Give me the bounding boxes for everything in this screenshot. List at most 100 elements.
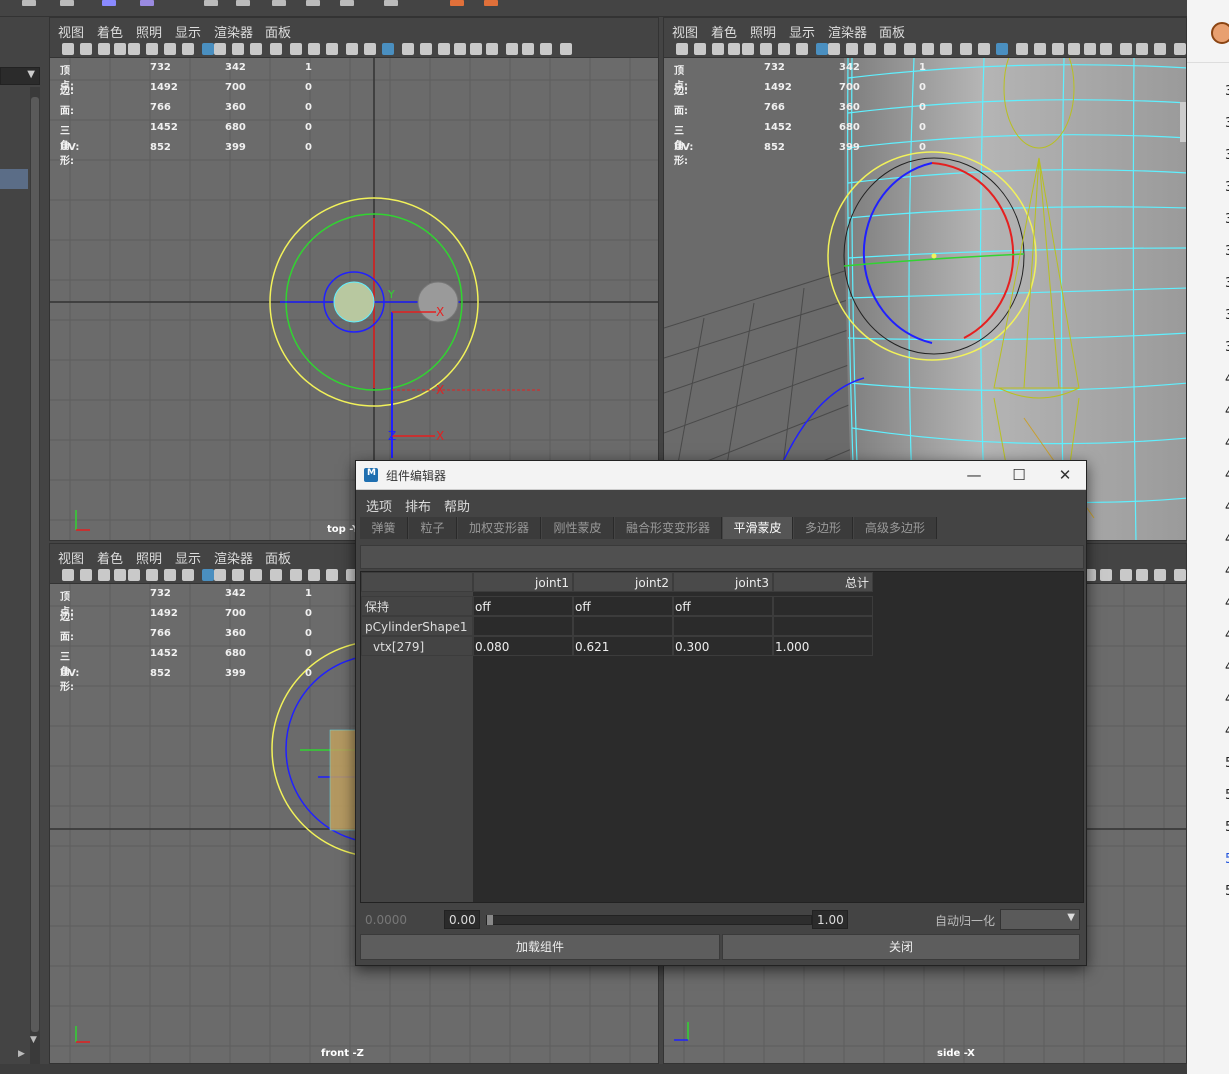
tab-advanced-polygons[interactable]: 高级多边形 <box>854 517 937 539</box>
menu-view[interactable]: 视图 <box>58 22 84 41</box>
table-cell[interactable]: off <box>473 596 573 616</box>
toolbar-tool-icon[interactable] <box>308 43 320 55</box>
table-cell[interactable]: 0.300 <box>673 636 773 656</box>
selected-list-item[interactable] <box>0 169 28 189</box>
toolbar-tool-icon[interactable] <box>1120 43 1132 55</box>
toolbar-tool-icon[interactable] <box>1100 43 1112 55</box>
tab-polygons[interactable]: 多边形 <box>794 517 853 539</box>
toolbar-tool-icon[interactable] <box>816 43 828 55</box>
menu-show[interactable]: 显示 <box>175 22 201 41</box>
toolbar-tool-icon[interactable] <box>128 43 140 55</box>
toolbar-tool-icon[interactable] <box>1174 569 1186 581</box>
toolbar-tool-icon[interactable] <box>438 43 450 55</box>
tool-icon[interactable] <box>384 0 398 6</box>
toolbar-tool-icon[interactable] <box>402 43 414 55</box>
tool-icon[interactable] <box>204 0 218 6</box>
toolbar-tool-icon[interactable] <box>214 43 226 55</box>
menu-panels[interactable]: 面板 <box>879 22 905 41</box>
toolbar-tool-icon[interactable] <box>1136 569 1148 581</box>
toolbar-tool-icon[interactable] <box>80 569 92 581</box>
menu-panels[interactable]: 面板 <box>265 22 291 41</box>
toolbar-tool-icon[interactable] <box>164 43 176 55</box>
toolbar-tool-icon[interactable] <box>940 43 952 55</box>
tab-particles[interactable]: 粒子 <box>409 517 457 539</box>
toolbar-tool-icon[interactable] <box>128 569 140 581</box>
close-button[interactable]: 关闭 <box>722 934 1080 960</box>
toolbar-tool-icon[interactable] <box>232 569 244 581</box>
table-cell[interactable]: 0.080 <box>473 636 573 656</box>
toolbar-tool-icon[interactable] <box>214 569 226 581</box>
menu-lighting[interactable]: 照明 <box>136 548 162 567</box>
toolbar-tool-icon[interactable] <box>470 43 482 55</box>
menu-help[interactable]: 帮助 <box>444 496 470 515</box>
toolbar-tool-icon[interactable] <box>1154 43 1166 55</box>
menu-layout[interactable]: 排布 <box>405 496 431 515</box>
menu-shading[interactable]: 着色 <box>97 22 123 41</box>
toolbar-tool-icon[interactable] <box>742 43 754 55</box>
menu-show[interactable]: 显示 <box>789 22 815 41</box>
maximize-button[interactable]: ☐ <box>999 464 1039 486</box>
toolbar-tool-icon[interactable] <box>1120 569 1132 581</box>
toolbar-tool-icon[interactable] <box>1052 43 1064 55</box>
toolbar-tool-icon[interactable] <box>884 43 896 55</box>
minimize-button[interactable]: — <box>954 464 994 486</box>
toolbar-tool-icon[interactable] <box>98 43 110 55</box>
toolbar-tool-icon[interactable] <box>1034 43 1046 55</box>
toolbar-tool-icon[interactable] <box>1084 43 1096 55</box>
toolbar-tool-icon[interactable] <box>960 43 972 55</box>
left-dropdown[interactable]: ▼ <box>0 67 40 85</box>
toolbar-tool-icon[interactable] <box>346 43 358 55</box>
toolbar-tool-icon[interactable] <box>146 569 158 581</box>
toolbar-tool-icon[interactable] <box>828 43 840 55</box>
menu-view[interactable]: 视图 <box>672 22 698 41</box>
toolbar-tool-icon[interactable] <box>270 43 282 55</box>
menu-renderer[interactable]: 渲染器 <box>214 548 253 567</box>
toolbar-tool-icon[interactable] <box>290 569 302 581</box>
menu-lighting[interactable]: 照明 <box>750 22 776 41</box>
toolbar-tool-icon[interactable] <box>676 43 688 55</box>
toolbar-tool-icon[interactable] <box>694 43 706 55</box>
dialog-titlebar[interactable]: 组件编辑器 — ☐ ✕ <box>356 461 1086 490</box>
menu-shading[interactable]: 着色 <box>97 548 123 567</box>
toolbar-tool-icon[interactable] <box>250 569 262 581</box>
scrollbar-thumb[interactable] <box>31 97 39 1032</box>
tool-icon[interactable] <box>236 0 250 6</box>
left-scrollbar[interactable] <box>30 87 40 1067</box>
toolbar-tool-icon[interactable] <box>760 43 772 55</box>
toolbar-tool-icon[interactable] <box>522 43 534 55</box>
toolbar-tool-icon[interactable] <box>146 43 158 55</box>
toolbar-tool-icon[interactable] <box>904 43 916 55</box>
toolbar-tool-icon[interactable] <box>182 43 194 55</box>
toolbar-tool-icon[interactable] <box>114 43 126 55</box>
avatar[interactable] <box>1211 22 1229 44</box>
toolbar-tool-icon[interactable] <box>1068 43 1080 55</box>
toolbar-tool-icon[interactable] <box>778 43 790 55</box>
menu-view[interactable]: 视图 <box>58 548 84 567</box>
load-components-button[interactable]: 加载组件 <box>360 934 720 960</box>
toolbar-tool-icon[interactable] <box>114 569 126 581</box>
scroll-down-icon[interactable]: ▼ <box>30 1035 37 1045</box>
toolbar-tool-icon[interactable] <box>202 569 214 581</box>
toolbar-tool-icon[interactable] <box>922 43 934 55</box>
toolbar-tool-icon[interactable] <box>1174 43 1186 55</box>
toolbar-tool-icon[interactable] <box>540 43 552 55</box>
menu-show[interactable]: 显示 <box>175 548 201 567</box>
slider-min-field[interactable]: 0.00 <box>444 910 480 929</box>
toolbar-tool-icon[interactable] <box>232 43 244 55</box>
tab-blendshape-deformers[interactable]: 融合形变变形器 <box>615 517 722 539</box>
toolbar-tool-icon[interactable] <box>290 43 302 55</box>
toolbar-tool-icon[interactable] <box>182 569 194 581</box>
table-cell[interactable]: off <box>573 596 673 616</box>
table-cell[interactable]: 0.621 <box>573 636 673 656</box>
weight-slider[interactable] <box>486 915 812 925</box>
menu-options[interactable]: 选项 <box>366 496 392 515</box>
toolbar-tool-icon[interactable] <box>454 43 466 55</box>
toolbar-tool-icon[interactable] <box>326 569 338 581</box>
scroll-right-icon[interactable]: ▶ <box>18 1049 25 1059</box>
toolbar-tool-icon[interactable] <box>728 43 740 55</box>
toolbar-tool-icon[interactable] <box>978 43 990 55</box>
toolbar-tool-icon[interactable] <box>864 43 876 55</box>
toolbar-tool-icon[interactable] <box>560 43 572 55</box>
tool-icon[interactable] <box>340 0 354 6</box>
toolbar-tool-icon[interactable] <box>846 43 858 55</box>
